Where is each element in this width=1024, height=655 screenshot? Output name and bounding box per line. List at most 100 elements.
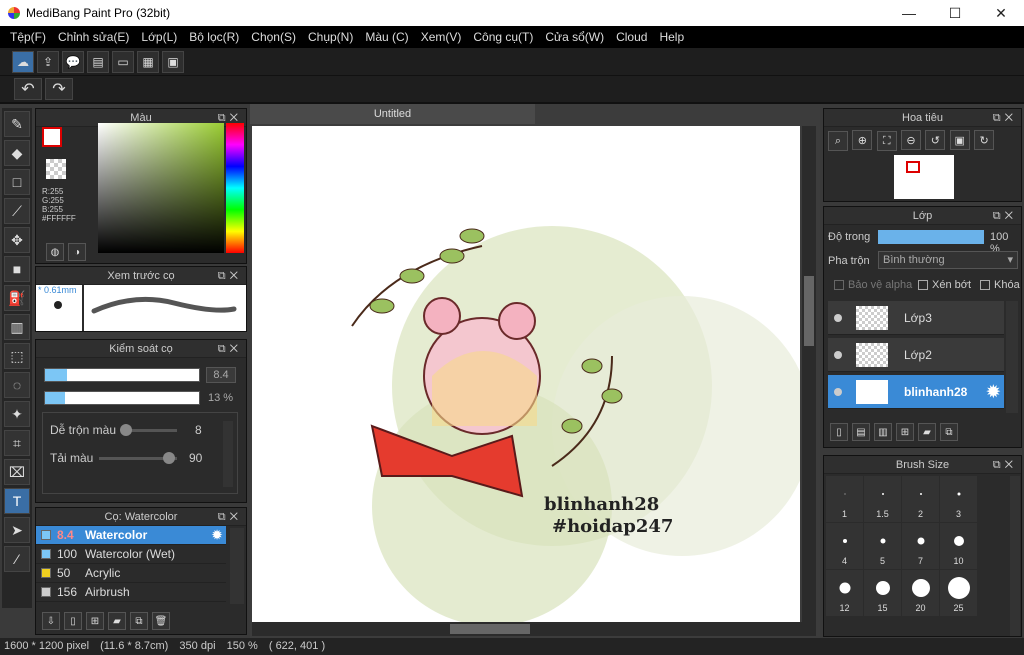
viewport-indicator[interactable]	[906, 161, 920, 173]
layer-opacity-slider[interactable]	[878, 230, 984, 244]
dot-brush-tool-icon[interactable]: ⟋	[4, 198, 30, 224]
actual-size-icon[interactable]: ▣	[949, 130, 970, 150]
brush-size-cell[interactable]: 1	[826, 476, 863, 522]
eyedropper-tool-icon[interactable]: ⁄	[4, 546, 30, 572]
brush-size-cell[interactable]: 25	[940, 570, 977, 616]
brush-size-cell[interactable]: 10	[940, 523, 977, 569]
page-icon[interactable]: ▭	[112, 50, 134, 73]
panel-layout-icon[interactable]: ▦	[137, 50, 159, 73]
zoom-icon[interactable]: ⌕	[828, 131, 848, 151]
brush-item-acrylic[interactable]: 50 Acrylic	[36, 564, 226, 583]
zoom-out-icon[interactable]: ⊖	[901, 130, 922, 150]
gear-icon[interactable]: ✹	[212, 528, 222, 542]
protect-alpha-checkbox[interactable]: Bảo vệ alpha	[834, 279, 912, 291]
canvas-horizontal-scrollbar[interactable]	[252, 622, 816, 636]
panel-float-close-icon[interactable]: ⧉✕	[218, 267, 242, 285]
drawing-canvas[interactable]: blinhanh28 #hoidap247	[252, 126, 800, 622]
panel-float-close-icon[interactable]: ⧉✕	[993, 456, 1017, 474]
canvas-vertical-scrollbar[interactable]	[802, 126, 816, 622]
menu-capture[interactable]: Chụp(N)	[308, 30, 353, 44]
eraser-tool-icon[interactable]: ◆	[4, 140, 30, 166]
document-tab[interactable]: Untitled	[250, 104, 535, 124]
transparent-color-swatch[interactable]	[46, 159, 66, 179]
select-tool-icon[interactable]: ⬚	[4, 343, 30, 369]
duplicate-icon[interactable]: ⧉	[130, 612, 148, 630]
menu-color[interactable]: Màu (C)	[365, 30, 408, 44]
lasso-tool-icon[interactable]: ◌	[4, 372, 30, 398]
rotate-right-icon[interactable]: ↻	[974, 130, 995, 150]
panel-float-close-icon[interactable]: ⧉✕	[218, 508, 242, 526]
reload-slider[interactable]	[99, 452, 177, 464]
saturation-value-picker[interactable]	[98, 123, 224, 253]
brush-item-watercolor[interactable]: 8.4 Watercolor ✹	[36, 526, 226, 545]
maximize-button[interactable]: ☐	[932, 0, 978, 26]
brush-size-cell[interactable]: 4	[826, 523, 863, 569]
bucket-tool-icon[interactable]: ⛽	[4, 285, 30, 311]
fill-rect-tool-icon[interactable]: ■	[4, 256, 30, 282]
move-tool-icon[interactable]: ✥	[4, 227, 30, 253]
new-layer-icon[interactable]: ▯	[830, 423, 848, 441]
settings-scrollbar[interactable]	[223, 421, 233, 487]
new-brush-icon[interactable]: ▯	[64, 612, 82, 630]
fit-icon[interactable]: ⛶	[876, 131, 897, 151]
gear-icon[interactable]: ✹	[987, 382, 1000, 402]
gradient-tool-icon[interactable]: ▥	[4, 314, 30, 340]
menu-file[interactable]: Tệp(F)	[10, 30, 46, 44]
new-8bit-layer-icon[interactable]: ▤	[852, 423, 870, 441]
cloud-icon[interactable]: ☁	[12, 50, 34, 73]
select-eraser-tool-icon[interactable]: ⌧	[4, 459, 30, 485]
menu-select[interactable]: Chọn(S)	[251, 30, 296, 44]
add-layer-menu-icon[interactable]: ⊞	[896, 423, 914, 441]
panel-float-close-icon[interactable]: ⧉✕	[993, 207, 1017, 225]
magic-wand-tool-icon[interactable]: ✦	[4, 401, 30, 427]
add-brush-icon[interactable]: ⊞	[86, 612, 104, 630]
blend-slider[interactable]	[120, 424, 177, 436]
brush-item-airbrush[interactable]: 156 Airbrush	[36, 583, 226, 602]
navigator-preview[interactable]	[894, 155, 954, 199]
brush-size-cell[interactable]: 3	[940, 476, 977, 522]
comic-panel-icon[interactable]: ▣	[162, 50, 184, 73]
eye-icon[interactable]	[834, 387, 842, 396]
brush-size-cell[interactable]: 12	[826, 570, 863, 616]
panel-float-close-icon[interactable]: ⧉✕	[218, 340, 242, 358]
menu-layer[interactable]: Lớp(L)	[141, 30, 177, 44]
comment-icon[interactable]: ▤	[87, 50, 109, 73]
redo-icon[interactable]: ↷	[45, 78, 73, 100]
eye-icon[interactable]	[834, 350, 842, 359]
foreground-color-swatch[interactable]	[42, 127, 62, 147]
menu-cloud[interactable]: Cloud	[616, 30, 647, 44]
menu-tools[interactable]: Công cụ(T)	[473, 30, 533, 44]
zoom-in-icon[interactable]: ⊕	[852, 130, 873, 150]
new-1bit-layer-icon[interactable]: ▥	[874, 423, 892, 441]
brush-size-cell[interactable]: 7	[902, 523, 939, 569]
layer-row-lop3[interactable]: Lớp3	[828, 301, 1004, 335]
palette-icon[interactable]: ◍	[46, 243, 64, 261]
menu-help[interactable]: Help	[659, 30, 684, 44]
brush-size-cell[interactable]: 2	[902, 476, 939, 522]
brush-size-cell[interactable]: 1.5	[864, 476, 901, 522]
layer-row-lop2[interactable]: Lớp2	[828, 338, 1004, 372]
brush-item-watercolor-wet[interactable]: 100 Watercolor (Wet)	[36, 545, 226, 564]
share-icon[interactable]: ⇪	[37, 50, 59, 73]
layer-row-blinhanh28[interactable]: blinhanh28 ✹	[828, 375, 1004, 409]
rectangle-tool-icon[interactable]: □	[4, 169, 30, 195]
brush-opacity-slider[interactable]	[44, 391, 200, 405]
minimize-button[interactable]: —	[886, 0, 932, 26]
trash-icon[interactable]: 🗑	[152, 612, 170, 630]
color-mode-icon[interactable]: ◑	[68, 243, 86, 261]
text-tool-icon[interactable]: T	[4, 488, 30, 514]
lock-checkbox[interactable]: Khóa	[980, 279, 1020, 291]
menu-filter[interactable]: Bộ lọc(R)	[189, 30, 239, 44]
brush-tool-icon[interactable]: ✎	[4, 111, 30, 137]
brush-size-scrollbar[interactable]	[1010, 476, 1020, 636]
brush-size-cell[interactable]: 20	[902, 570, 939, 616]
menu-edit[interactable]: Chỉnh sửa(E)	[58, 30, 129, 44]
brush-size-slider[interactable]	[44, 368, 200, 382]
undo-icon[interactable]: ↶	[14, 78, 42, 100]
speech-bubble-icon[interactable]: 💬	[62, 50, 84, 73]
select-pen-tool-icon[interactable]: ⌗	[4, 430, 30, 456]
menu-window[interactable]: Cửa sổ(W)	[545, 30, 604, 44]
eye-icon[interactable]	[834, 313, 842, 322]
cloud-download-icon[interactable]: ⇩	[42, 612, 60, 630]
brush-size-cell[interactable]: 15	[864, 570, 901, 616]
